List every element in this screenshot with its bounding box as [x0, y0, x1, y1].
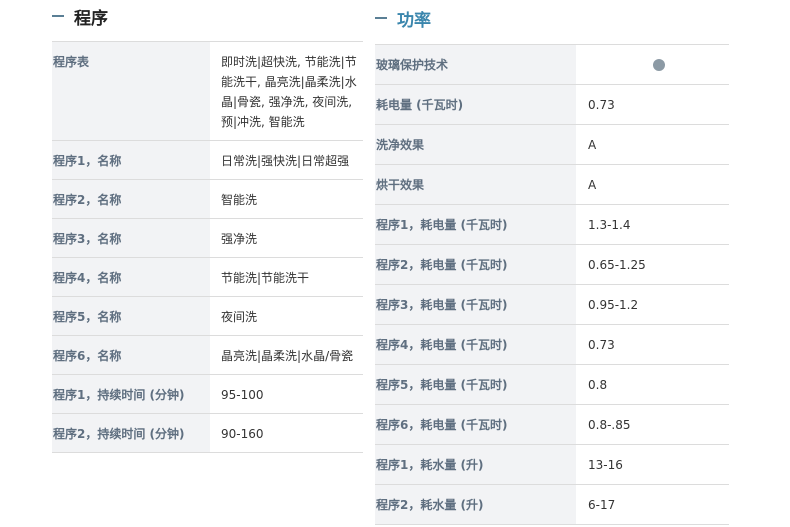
- table-row: 程序6，名称 晶亮洗|晶柔洗|水晶/骨瓷: [52, 336, 363, 375]
- table-row: 耗电量 (千瓦时) 0.73: [375, 85, 729, 125]
- spec-label: 程序1，耗水量 (升): [375, 445, 576, 484]
- table-row: 程序1，持续时间 (分钟) 95-100: [52, 375, 363, 414]
- spec-value: 晶亮洗|晶柔洗|水晶/骨瓷: [210, 336, 363, 374]
- table-row: 程序1，耗电量 (千瓦时) 1.3-1.4: [375, 205, 729, 245]
- spec-label: 程序6，名称: [52, 336, 210, 374]
- spec-value: A: [576, 125, 729, 164]
- spec-value: A: [576, 165, 729, 204]
- spec-label: 程序6，耗电量 (千瓦时): [375, 405, 576, 444]
- spec-label: 程序4，名称: [52, 258, 210, 296]
- spec-value: 日常洗|强快洗|日常超强: [210, 141, 363, 179]
- table-row: 程序3，名称 强净洗: [52, 219, 363, 258]
- spec-label: 程序2，持续时间 (分钟): [52, 414, 210, 452]
- spec-value: 0.8: [576, 365, 729, 404]
- table-row: 程序4，耗电量 (千瓦时) 0.73: [375, 325, 729, 365]
- table-row: 程序2，名称 智能洗: [52, 180, 363, 219]
- table-row: 程序1，耗水量 (升) 13-16: [375, 445, 729, 485]
- spec-label: 程序3，耗电量 (千瓦时): [375, 285, 576, 324]
- table-row: 玻璃保护技术: [375, 45, 729, 85]
- table-row: 程序3，耗电量 (千瓦时) 0.95-1.2: [375, 285, 729, 325]
- spec-label: 程序2，名称: [52, 180, 210, 218]
- power-section-header[interactable]: 功率: [375, 0, 729, 36]
- spec-value: 节能洗|节能洗干: [210, 258, 363, 296]
- table-row: 烘干效果 A: [375, 165, 729, 205]
- spec-value: 0.95-1.2: [576, 285, 729, 324]
- spec-label: 程序表: [52, 42, 210, 140]
- spec-label: 耗电量 (千瓦时): [375, 85, 576, 124]
- table-row: 程序5，名称 夜间洗: [52, 297, 363, 336]
- program-section: 程序 程序表 即时洗|超快洗, 节能洗|节能洗干, 晶亮洗|晶柔洗|水晶|骨瓷,…: [52, 0, 363, 453]
- filled-dot-icon: [652, 58, 665, 71]
- spec-label: 程序4，耗电量 (千瓦时): [375, 325, 576, 364]
- spec-value: [576, 45, 729, 84]
- spec-value: 95-100: [210, 375, 363, 413]
- table-row: 程序1，名称 日常洗|强快洗|日常超强: [52, 141, 363, 180]
- table-row: 洗净效果 A: [375, 125, 729, 165]
- spec-value: 夜间洗: [210, 297, 363, 335]
- spec-label: 玻璃保护技术: [375, 45, 576, 84]
- spec-value: 6-17: [576, 485, 729, 524]
- program-section-title: 程序: [74, 8, 108, 29]
- spec-value: 13-16: [576, 445, 729, 484]
- table-row: 程序2，耗水量 (升) 6-17: [375, 485, 729, 525]
- spec-value: 强净洗: [210, 219, 363, 257]
- spec-label: 程序2，耗水量 (升): [375, 485, 576, 524]
- table-row: 程序4，名称 节能洗|节能洗干: [52, 258, 363, 297]
- table-row: 程序2，持续时间 (分钟) 90-160: [52, 414, 363, 453]
- collapse-dash-icon[interactable]: [52, 15, 64, 17]
- spec-value: 90-160: [210, 414, 363, 452]
- spec-value: 0.8-.85: [576, 405, 729, 444]
- spec-label: 程序5，耗电量 (千瓦时): [375, 365, 576, 404]
- spec-label: 程序2，耗电量 (千瓦时): [375, 245, 576, 284]
- power-section-title: 功率: [397, 10, 431, 31]
- table-row: 程序5，耗电量 (千瓦时) 0.8: [375, 365, 729, 405]
- spec-label: 程序1，持续时间 (分钟): [52, 375, 210, 413]
- spec-value: 1.3-1.4: [576, 205, 729, 244]
- spec-value: 0.73: [576, 85, 729, 124]
- program-spec-table: 程序表 即时洗|超快洗, 节能洗|节能洗干, 晶亮洗|晶柔洗|水晶|骨瓷, 强净…: [52, 41, 363, 453]
- spec-label: 程序1，耗电量 (千瓦时): [375, 205, 576, 244]
- table-row: 程序6，耗电量 (千瓦时) 0.8-.85: [375, 405, 729, 445]
- program-section-header[interactable]: 程序: [52, 0, 363, 32]
- spec-label: 程序3，名称: [52, 219, 210, 257]
- power-spec-table: 玻璃保护技术 耗电量 (千瓦时) 0.73 洗净效果 A 烘干效果 A 程序1，…: [375, 44, 729, 525]
- spec-value: 0.73: [576, 325, 729, 364]
- spec-label: 烘干效果: [375, 165, 576, 204]
- spec-label: 洗净效果: [375, 125, 576, 164]
- power-section: 功率 玻璃保护技术 耗电量 (千瓦时) 0.73 洗净效果 A 烘干效果 A 程…: [375, 0, 729, 525]
- spec-label: 程序1，名称: [52, 141, 210, 179]
- collapse-dash-icon[interactable]: [375, 17, 387, 19]
- spec-value: 智能洗: [210, 180, 363, 218]
- spec-value: 0.65-1.25: [576, 245, 729, 284]
- table-row: 程序2，耗电量 (千瓦时) 0.65-1.25: [375, 245, 729, 285]
- spec-value: 即时洗|超快洗, 节能洗|节能洗干, 晶亮洗|晶柔洗|水晶|骨瓷, 强净洗, 夜…: [210, 42, 363, 140]
- spec-label: 程序5，名称: [52, 297, 210, 335]
- table-row: 程序表 即时洗|超快洗, 节能洗|节能洗干, 晶亮洗|晶柔洗|水晶|骨瓷, 强净…: [52, 42, 363, 141]
